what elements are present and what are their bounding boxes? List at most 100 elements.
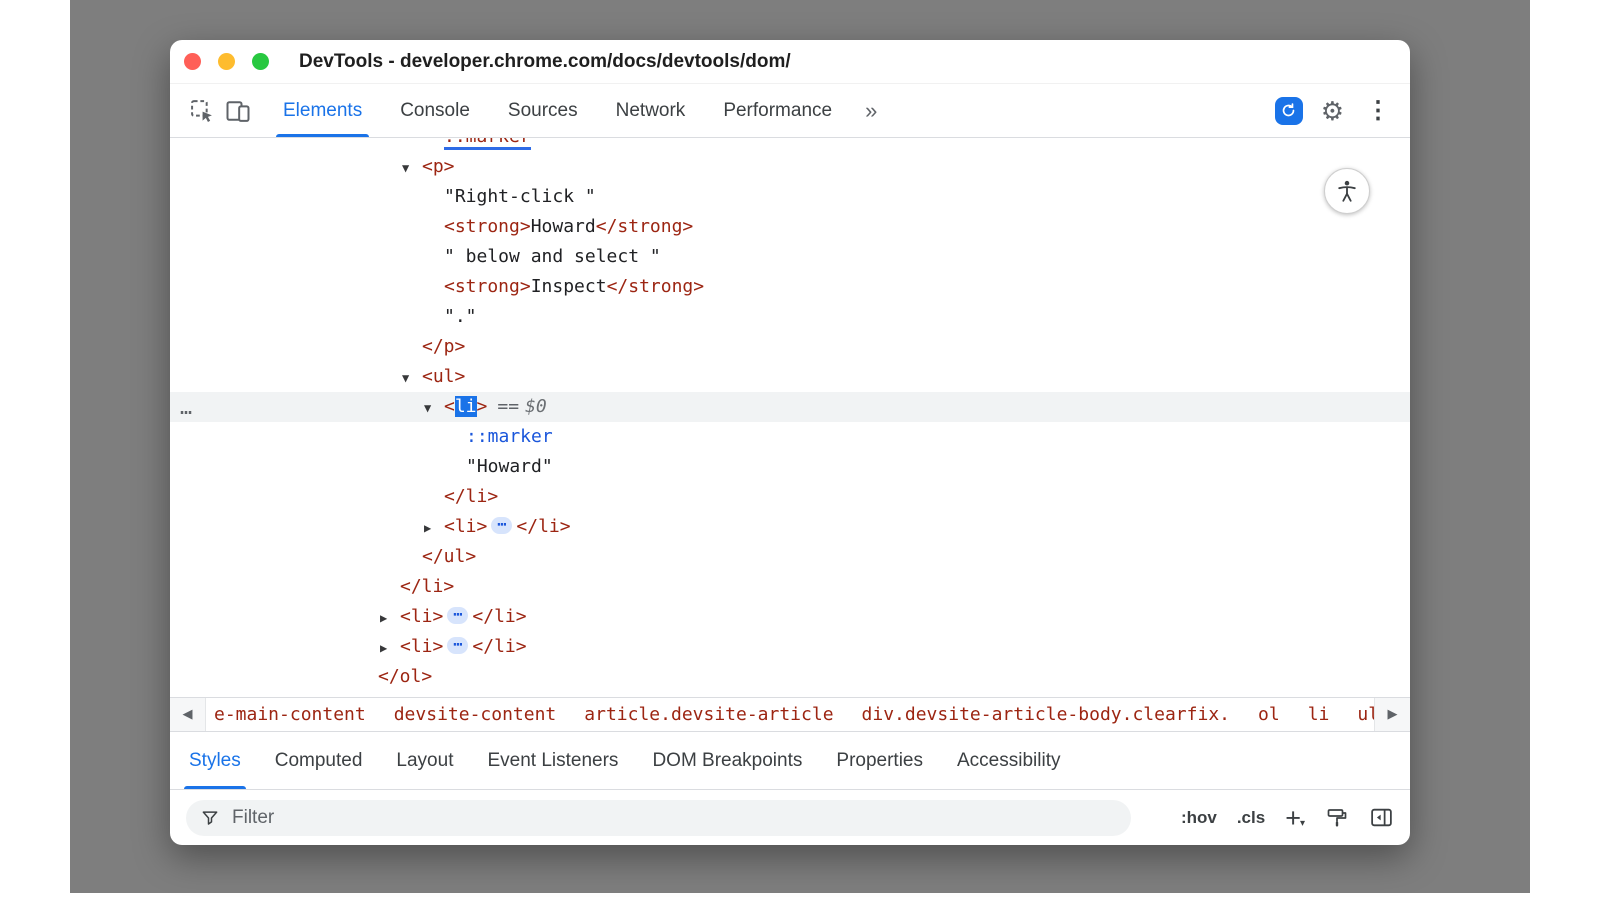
token-text: "Howard" bbox=[466, 456, 553, 477]
breadcrumb-item[interactable]: div.devsite-article-body.clearfix. bbox=[862, 704, 1230, 725]
expand-arrow-down-icon[interactable]: ▼ bbox=[424, 393, 444, 423]
toggle-hover-state-button[interactable]: :hov bbox=[1181, 808, 1217, 828]
token-tag: </li> bbox=[516, 516, 570, 537]
devtools-window: DevTools - developer.chrome.com/docs/dev… bbox=[170, 40, 1410, 845]
inspect-element-icon[interactable] bbox=[184, 93, 220, 129]
tab-layout[interactable]: Layout bbox=[379, 732, 470, 789]
breadcrumb-item[interactable]: ul bbox=[1357, 704, 1374, 725]
dom-tree-row[interactable]: </ol> bbox=[170, 662, 1410, 692]
tab-accessibility[interactable]: Accessibility bbox=[940, 732, 1077, 789]
dom-tree-row[interactable]: "." bbox=[170, 302, 1410, 332]
zoom-button[interactable] bbox=[252, 53, 269, 70]
dom-tree-row[interactable]: "Right-click " bbox=[170, 182, 1410, 212]
tab-network[interactable]: Network bbox=[597, 84, 705, 137]
tab-properties[interactable]: Properties bbox=[819, 732, 940, 789]
dom-tree-row-content: ▶<li>⋯</li> bbox=[380, 632, 527, 663]
dom-tree-row-content: </li> bbox=[380, 572, 454, 602]
more-tabs-icon[interactable]: » bbox=[851, 84, 891, 137]
dom-tree-row-content: "Right-click " bbox=[424, 182, 596, 212]
dom-tree-row-content: ▼<li>==$0 bbox=[424, 392, 547, 423]
dom-tree-row[interactable]: </p> bbox=[170, 332, 1410, 362]
dom-tree-row[interactable]: ▼<p> bbox=[170, 152, 1410, 182]
collapsed-content-pill[interactable]: ⋯ bbox=[491, 517, 512, 534]
expand-arrow-right-icon[interactable]: ▶ bbox=[424, 513, 444, 543]
toolbar-right-controls: ⚙ ⋮ bbox=[1275, 84, 1394, 137]
sidebar-tab-strip: Styles Computed Layout Event Listeners D… bbox=[170, 731, 1410, 789]
token-tag: </ol> bbox=[378, 666, 432, 687]
breadcrumb-item[interactable]: ol bbox=[1258, 704, 1280, 725]
tab-computed[interactable]: Computed bbox=[258, 732, 380, 789]
toggle-sidebar-icon[interactable] bbox=[1369, 805, 1394, 830]
token-tag: <li> bbox=[400, 636, 443, 657]
dom-tree-row[interactable]: <strong>Howard</strong> bbox=[170, 212, 1410, 242]
dom-tree-row[interactable]: ▶<li>⋯</li> bbox=[170, 512, 1410, 542]
expand-arrow-right-icon[interactable]: ▶ bbox=[380, 633, 400, 663]
tab-styles[interactable]: Styles bbox=[172, 732, 258, 789]
token-tag: <li> bbox=[400, 606, 443, 627]
dom-tree-row[interactable]: "Howard" bbox=[170, 452, 1410, 482]
dom-tree-row-content: </li> bbox=[424, 482, 498, 512]
tab-elements[interactable]: Elements bbox=[264, 84, 381, 137]
tab-event-listeners[interactable]: Event Listeners bbox=[470, 732, 635, 789]
expand-arrow-down-icon[interactable]: ▼ bbox=[402, 153, 422, 183]
dom-tree-row[interactable]: <strong>Inspect</strong> bbox=[170, 272, 1410, 302]
tab-dom-breakpoints[interactable]: DOM Breakpoints bbox=[635, 732, 819, 789]
row-actions-dots-icon[interactable]: … bbox=[180, 392, 193, 422]
token-tag: </li> bbox=[444, 486, 498, 507]
sync-badge-icon[interactable] bbox=[1275, 97, 1303, 125]
breadcrumb-scroll-right-icon[interactable]: ▶ bbox=[1374, 698, 1410, 731]
plus-icon: + bbox=[1285, 807, 1301, 829]
traffic-lights bbox=[184, 53, 269, 70]
toggle-class-button[interactable]: .cls bbox=[1237, 808, 1265, 828]
accessibility-overlay-icon[interactable] bbox=[1324, 168, 1370, 214]
token-tag: <strong> bbox=[444, 216, 531, 237]
token-dollar: $0 bbox=[525, 396, 547, 417]
collapsed-content-pill[interactable]: ⋯ bbox=[447, 607, 468, 624]
dom-tree-row[interactable]: ▶<li>⋯</li> bbox=[170, 632, 1410, 662]
dom-tree-row[interactable]: </li> bbox=[170, 482, 1410, 512]
token-pseudo: ::marker bbox=[466, 426, 553, 447]
token-tag: <strong> bbox=[444, 276, 531, 297]
token-tag: </strong> bbox=[596, 216, 694, 237]
filter-input[interactable]: Filter bbox=[186, 800, 1131, 836]
minimize-button[interactable] bbox=[218, 53, 235, 70]
dom-tree-row-content: ▼<ul> bbox=[402, 362, 465, 393]
panel-tab-strip: Elements Console Sources Network Perform… bbox=[264, 84, 891, 137]
breadcrumb-scroll-left-icon[interactable]: ◀ bbox=[170, 698, 206, 731]
window-title: DevTools - developer.chrome.com/docs/dev… bbox=[299, 51, 791, 73]
token-tag: </li> bbox=[400, 576, 454, 597]
breadcrumb-item[interactable]: article.devsite-article bbox=[584, 704, 833, 725]
dom-tree-row-content: ::marker bbox=[446, 422, 553, 452]
paint-roller-icon[interactable] bbox=[1325, 806, 1349, 830]
new-style-rule-button[interactable]: + ▾ bbox=[1285, 807, 1305, 829]
tab-console[interactable]: Console bbox=[381, 84, 489, 137]
dom-tree-row[interactable]: ::marker bbox=[170, 422, 1410, 452]
dom-tree-row[interactable]: ▶<li>⋯</li> bbox=[170, 602, 1410, 632]
token-text: " below and select " bbox=[444, 246, 661, 267]
dom-tree-row[interactable]: </ul> bbox=[170, 542, 1410, 572]
close-button[interactable] bbox=[184, 53, 201, 70]
tab-performance[interactable]: Performance bbox=[704, 84, 851, 137]
dom-tree-row[interactable]: </li> bbox=[170, 572, 1410, 602]
breadcrumb-item[interactable]: li bbox=[1308, 704, 1330, 725]
breadcrumb-item[interactable]: devsite-content bbox=[394, 704, 557, 725]
breadcrumb-item[interactable]: e-main-content bbox=[214, 704, 366, 725]
token-text: Howard bbox=[531, 216, 596, 237]
dom-tree-row[interactable]: " below and select " bbox=[170, 242, 1410, 272]
kebab-menu-icon[interactable]: ⋮ bbox=[1362, 99, 1394, 123]
dom-tree-row-content: </ol> bbox=[358, 662, 432, 692]
tab-sources[interactable]: Sources bbox=[489, 84, 597, 137]
dom-tree-row-selected[interactable]: … ▼<li>==$0 bbox=[170, 392, 1410, 422]
collapsed-content-pill[interactable]: ⋯ bbox=[447, 637, 468, 654]
token-tag: <p> bbox=[422, 156, 455, 177]
expand-arrow-right-icon[interactable]: ▶ bbox=[380, 603, 400, 633]
expand-arrow-down-icon[interactable]: ▼ bbox=[402, 363, 422, 393]
token-tag: <li> bbox=[444, 516, 487, 537]
dom-tree-row[interactable]: ::marker bbox=[170, 138, 1410, 152]
dom-tree-row[interactable]: ▼<ul> bbox=[170, 362, 1410, 392]
dom-tree-row-content: ▼<p> bbox=[402, 152, 455, 183]
settings-gear-icon[interactable]: ⚙ bbox=[1321, 98, 1344, 124]
device-toolbar-icon[interactable] bbox=[220, 93, 256, 129]
dom-tree-row-content: <strong>Howard</strong> bbox=[424, 212, 693, 242]
dom-tree-row-content: ::marker bbox=[424, 138, 531, 152]
